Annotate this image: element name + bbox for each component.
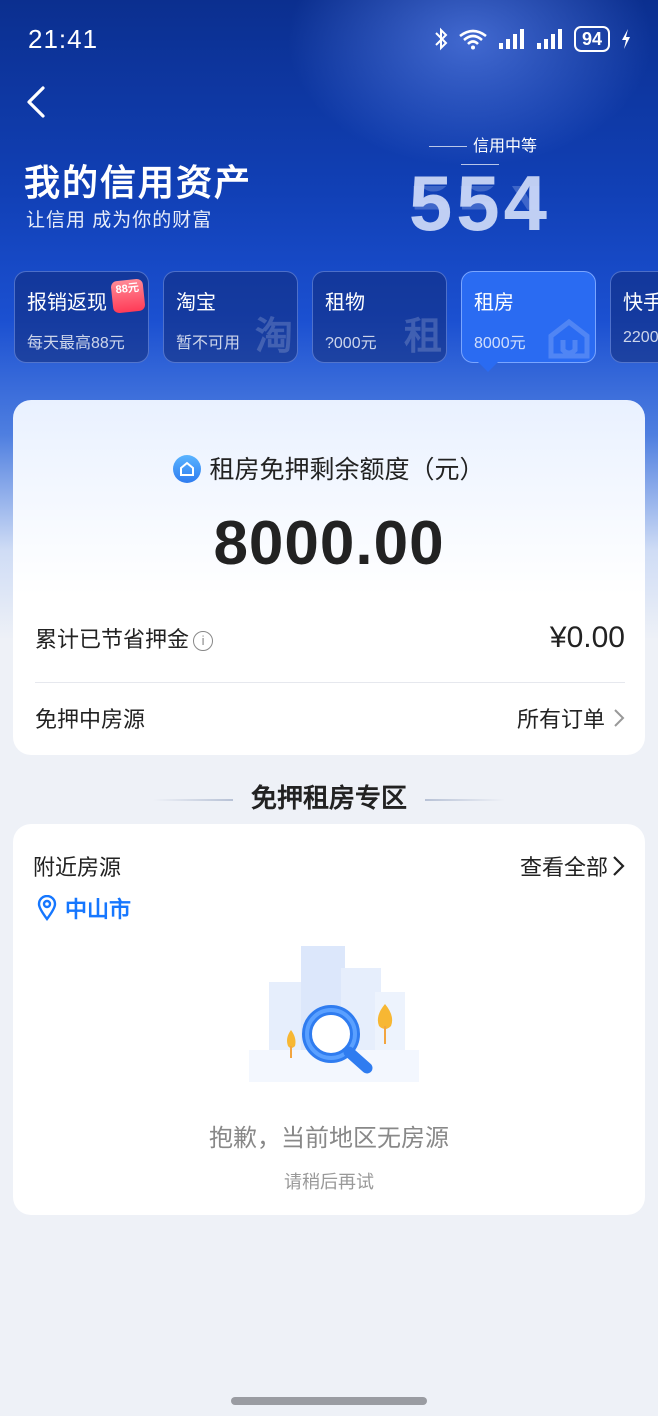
- deposit-free-houses-label: 免押中房源: [35, 707, 146, 732]
- signal-icon-2: [536, 29, 562, 49]
- saved-deposit-label: 累计已节省押金: [35, 627, 190, 652]
- back-button[interactable]: [16, 84, 56, 120]
- tab-rent-goods[interactable]: 租物 ?000元 租: [312, 271, 447, 363]
- credit-level-label: 信用中等: [472, 138, 537, 155]
- rent-goods-watermark-icon: 租: [403, 316, 442, 358]
- info-icon[interactable]: i: [193, 631, 214, 651]
- section-line-left: [152, 799, 233, 802]
- page-title: 我的信用资产: [24, 162, 253, 203]
- section-line-right: [425, 799, 505, 802]
- tab-rent-house[interactable]: 租房 8000元: [461, 271, 596, 363]
- quota-label-row: 租房免押剩余额度（元）: [13, 450, 645, 486]
- section-title: 免押租房专区: [250, 783, 407, 813]
- all-orders-link[interactable]: 所有订单: [517, 702, 625, 734]
- location-pin-icon: [37, 895, 57, 921]
- red-packet-badge: 88元: [110, 278, 146, 314]
- view-all-label: 查看全部: [519, 855, 608, 880]
- nearby-card: 附近房源 查看全部 中山市 抱歉，当前地区无房源 请稍后再试: [13, 824, 645, 1215]
- quota-value: 8000.00: [213, 509, 445, 578]
- wifi-icon: [459, 29, 487, 50]
- house-badge-icon: [173, 455, 202, 483]
- empty-search-illustration: [249, 946, 419, 1082]
- bluetooth-icon: [435, 27, 448, 51]
- view-all-link[interactable]: 查看全部: [520, 850, 625, 882]
- page-subtitle: 让信用 成为你的财富: [26, 210, 213, 231]
- taobao-watermark-icon: 淘: [254, 316, 293, 358]
- house-watermark-icon: [548, 318, 590, 359]
- home-indicator[interactable]: [231, 1397, 427, 1405]
- status-time: 21:41: [28, 24, 99, 54]
- signal-icon: [498, 29, 524, 49]
- location-selector[interactable]: 中山市: [37, 892, 131, 924]
- chevron-left-icon: [27, 86, 45, 118]
- saved-deposit-label-wrap: 累计已节省押金 i: [35, 622, 214, 654]
- saved-deposit-row: 累计已节省押金 i ¥0.00: [35, 618, 625, 658]
- battery-level: 94: [573, 26, 610, 52]
- divider: [35, 682, 625, 683]
- tab-sub: 每天最高88元: [27, 335, 125, 352]
- status-icons: 94: [434, 26, 632, 52]
- quota-label: 租房免押剩余额度（元）: [209, 456, 485, 484]
- all-orders-label: 所有订单: [516, 707, 605, 732]
- chevron-right-icon: [614, 709, 625, 727]
- deposit-free-houses-row[interactable]: 免押中房源 所有订单: [35, 698, 625, 738]
- quota-card: 租房免押剩余额度（元） 8000.00 累计已节省押金 i ¥0.00 免押中房源…: [13, 400, 645, 755]
- charging-icon: [622, 29, 630, 49]
- tab-sub: 2200: [623, 329, 658, 346]
- tab-title: 租房: [474, 292, 514, 314]
- credit-score-reflection: 554: [400, 186, 560, 228]
- tab-title: 快手: [623, 292, 658, 314]
- chevron-right-icon: [613, 856, 625, 876]
- section-header: 免押租房专区: [0, 778, 658, 815]
- tab-taobao[interactable]: 淘宝 暂不可用 淘: [163, 271, 298, 363]
- saved-deposit-value: ¥0.00: [549, 621, 625, 654]
- nearby-title: 附近房源: [33, 855, 122, 880]
- tab-kuaishou[interactable]: 快手 2200: [610, 271, 658, 363]
- empty-state-subtitle: 请稍后再试: [284, 1172, 374, 1192]
- status-bar: 21:41 94: [0, 0, 658, 80]
- city-label: 中山市: [65, 897, 132, 922]
- empty-state-title: 抱歉，当前地区无房源: [209, 1125, 449, 1152]
- active-tab-pointer: [478, 362, 498, 372]
